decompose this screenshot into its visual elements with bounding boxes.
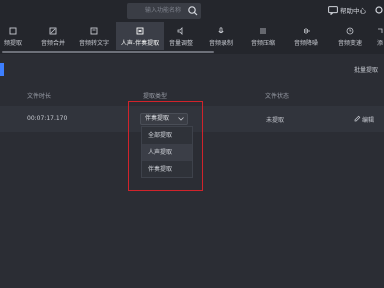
tool-extract[interactable]: 频提取 xyxy=(0,22,28,50)
edit-icon xyxy=(354,115,361,122)
row-status: 未提取 xyxy=(266,117,285,124)
tool-denoise[interactable]: 音频降噪 xyxy=(288,22,324,50)
mic-icon xyxy=(218,27,224,34)
toolbar-scrollbar[interactable] xyxy=(0,50,384,54)
title-bar: 输入功能名称 帮助中心 xyxy=(0,0,384,22)
settings-icon[interactable] xyxy=(374,4,384,16)
tool-speech-to-text[interactable]: 音频转文字 xyxy=(72,22,116,50)
edit-label: 编辑 xyxy=(362,117,375,124)
help-center-link[interactable]: 帮助中心 xyxy=(328,5,366,17)
extract-type-value: 伴奏提取 xyxy=(145,115,170,122)
merge-icon xyxy=(49,27,57,35)
menu-item-all[interactable]: 全部提取 xyxy=(142,127,192,144)
tool-compress[interactable]: 音频压缩 xyxy=(246,22,280,50)
edit-button[interactable]: 编辑 xyxy=(354,115,374,124)
tool-add[interactable]: 添 xyxy=(372,22,384,50)
volume-icon xyxy=(177,27,183,35)
tool-merge[interactable]: 音频合并 xyxy=(34,22,72,50)
add-icon xyxy=(378,28,383,33)
search-placeholder: 输入功能名称 xyxy=(145,7,182,14)
text-icon xyxy=(90,27,98,35)
tool-record[interactable]: 音频录制 xyxy=(204,22,238,50)
menu-item-vocal[interactable]: 人声提取 xyxy=(142,144,192,161)
batch-extract-button[interactable]: 批量提取 xyxy=(354,65,378,74)
chat-icon xyxy=(328,6,338,15)
section-accent-bar xyxy=(0,63,4,76)
speed-icon xyxy=(346,27,354,35)
header-status: 文件状态 xyxy=(265,93,290,100)
vocal-separate-icon xyxy=(136,27,144,35)
file-table-header: 文件时长 提取类型 文件状态 xyxy=(0,88,384,102)
chevron-down-icon xyxy=(178,117,184,121)
row-duration: 00:07:17.170 xyxy=(27,115,68,122)
tool-vocal-separate[interactable]: 人声-伴奏提取 xyxy=(116,22,164,50)
compress-icon xyxy=(260,28,266,34)
feature-toolbar: 频提取 音频合并 音频转文字 人声-伴奏提取 音量调整 音频录制 音频压缩 音频… xyxy=(0,22,384,50)
help-label: 帮助中心 xyxy=(340,7,366,15)
denoise-icon xyxy=(304,28,310,34)
extract-type-menu: 全部提取 人声提取 伴奏提取 xyxy=(141,126,193,178)
export-icon xyxy=(9,27,17,35)
search-icon[interactable] xyxy=(187,5,199,17)
tool-speed[interactable]: 音频变速 xyxy=(332,22,368,50)
scrollbar-thumb[interactable] xyxy=(2,51,214,53)
header-type: 提取类型 xyxy=(143,93,168,100)
search-input[interactable]: 输入功能名称 xyxy=(127,3,201,19)
extract-type-select[interactable]: 伴奏提取 xyxy=(140,113,188,125)
header-duration: 文件时长 xyxy=(27,93,52,100)
menu-item-accompaniment[interactable]: 伴奏提取 xyxy=(142,161,192,178)
tool-volume[interactable]: 音量调整 xyxy=(164,22,198,50)
